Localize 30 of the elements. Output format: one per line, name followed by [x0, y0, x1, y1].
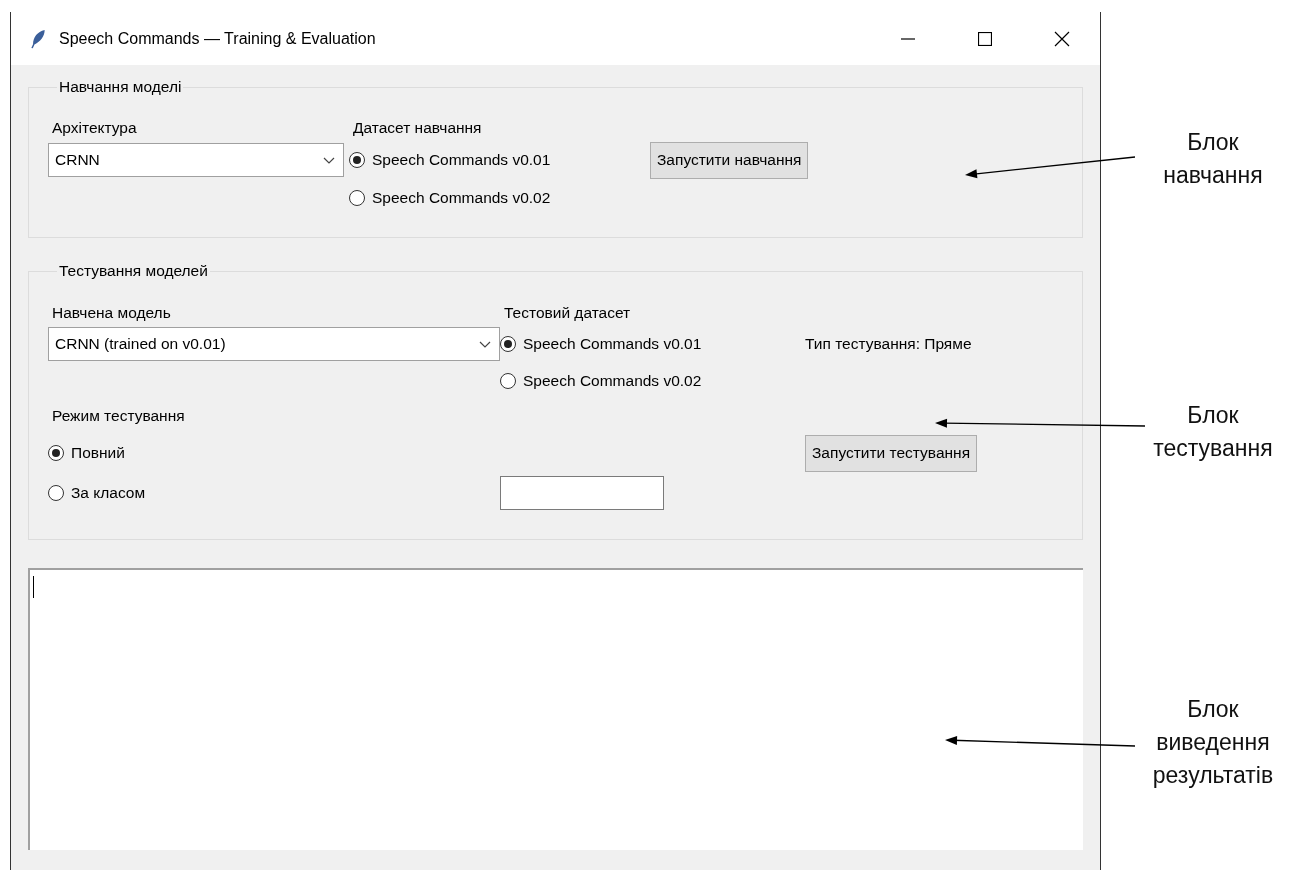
- chevron-icon: [479, 340, 491, 348]
- chevron-icon: [323, 156, 335, 164]
- radio-option[interactable]: Повний: [48, 444, 125, 462]
- field-label: Режим тестування: [51, 407, 186, 425]
- field-label: Навчена модель: [51, 304, 172, 322]
- start-testing-button[interactable]: Запустити тестування: [805, 434, 978, 472]
- field-label: Архітектура: [51, 119, 138, 137]
- window-title: Speech Commands — Training & Evaluation: [59, 29, 376, 48]
- annotation-text: Блок тестування: [1152, 401, 1274, 463]
- minimize-icon: [901, 37, 915, 40]
- close-icon: [1054, 30, 1070, 47]
- field-label: Датасет навчання: [352, 119, 483, 137]
- dropdown[interactable]: CRNN: [48, 143, 344, 177]
- maximize-icon: [978, 31, 992, 46]
- text-cursor: [33, 576, 34, 598]
- class-input-field[interactable]: [500, 476, 664, 510]
- frame-title: Навчання моделі: [58, 78, 183, 96]
- radio-option[interactable]: Speech Commands v0.01: [349, 151, 551, 169]
- radio-option[interactable]: Speech Commands v0.02: [349, 189, 551, 207]
- annotation-text: Блок виведення результатів: [1151, 695, 1275, 790]
- radio-option[interactable]: Speech Commands v0.01: [500, 335, 702, 353]
- test-type-label: Тип тестування: Пряме: [805, 335, 973, 353]
- start-training-button[interactable]: Запустити навчання: [650, 141, 809, 179]
- dropdown[interactable]: CRNN (trained on v0.01): [48, 327, 500, 361]
- field-label: Тестовий датасет: [503, 304, 632, 322]
- radio-option[interactable]: За класом: [48, 484, 146, 502]
- output-text-area[interactable]: [28, 568, 1083, 850]
- frame-title: Тестування моделей: [58, 262, 209, 280]
- annotation-text: Блок навчання: [1162, 128, 1264, 190]
- radio-option[interactable]: Speech Commands v0.02: [500, 371, 702, 390]
